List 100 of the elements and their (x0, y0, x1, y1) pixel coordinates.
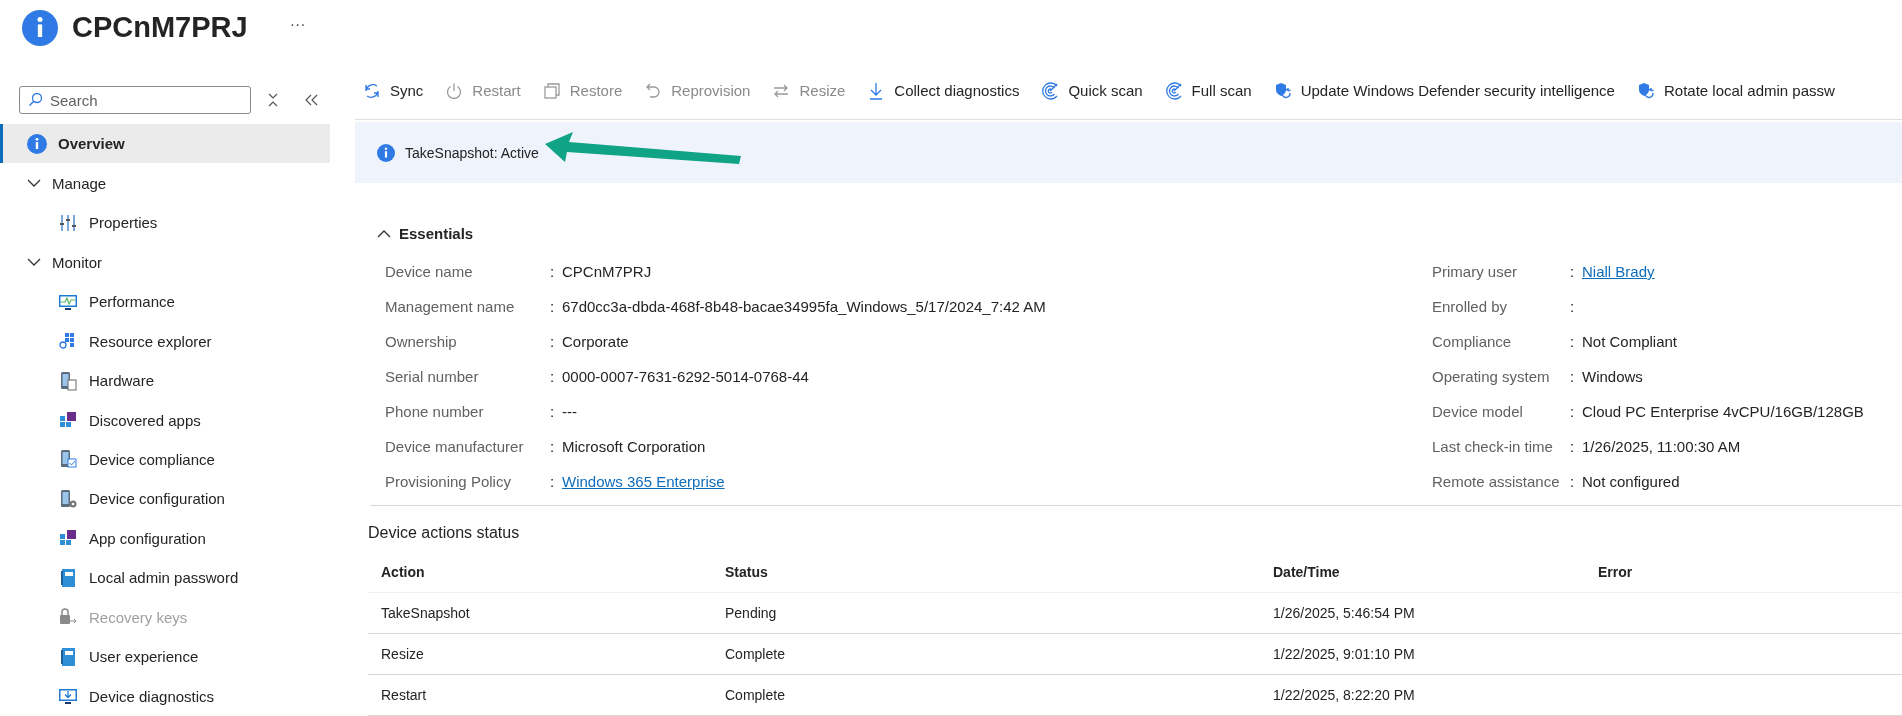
notebook-icon (58, 567, 78, 588)
nav-item[interactable]: Device configuration (0, 479, 330, 519)
colon: : (550, 368, 556, 385)
colon: : (1570, 403, 1576, 420)
field-value: CPCnM7PRJ (562, 263, 653, 280)
field-label: Device model (1432, 403, 1524, 420)
shield-refresh-icon (1273, 81, 1292, 100)
shield-refresh-icon (1636, 81, 1655, 100)
nav-item[interactable]: Properties (0, 202, 330, 243)
colon: : (1570, 473, 1576, 490)
scan-icon (1164, 81, 1183, 100)
column-header: Action (380, 564, 426, 580)
nav-item[interactable]: User experience (0, 637, 330, 677)
field-label: Primary user (1432, 263, 1518, 280)
table-cell-text: Complete (724, 687, 786, 703)
nav-item[interactable]: Resource explorer (0, 321, 330, 361)
toolbar-button[interactable]: Sync (363, 81, 424, 100)
info-icon (377, 143, 395, 162)
field-label: Management name (385, 298, 516, 315)
nav-group[interactable]: Manage (0, 163, 330, 203)
colon: : (1570, 368, 1576, 385)
toolbar-button[interactable]: Collect diagnostics (867, 81, 1020, 100)
nav-item[interactable]: App configuration (0, 518, 330, 559)
column-header: Status (724, 564, 769, 580)
table-cell-text: 1/26/2025, 5:46:54 PM (1272, 605, 1416, 621)
sync-icon (363, 81, 381, 100)
field-label: Ownership (385, 333, 458, 350)
essentials-toggle[interactable]: Essentials (377, 225, 474, 242)
section-title: Device actions status (368, 524, 521, 542)
table-cell-text: 1/22/2025, 9:01:10 PM (1272, 646, 1416, 662)
colon: : (550, 263, 556, 280)
device-list-icon (58, 370, 78, 391)
field-value: Corporate (562, 333, 630, 350)
monitor-download-icon (58, 686, 78, 707)
value-link[interactable]: Windows 365 Enterprise (562, 473, 1432, 490)
app-tiles-icon (58, 410, 78, 430)
field-value: Microsoft Corporation (562, 438, 707, 455)
search-field[interactable]: Search (19, 86, 251, 114)
copy-icon (542, 81, 561, 100)
nav-item[interactable]: Overview (0, 124, 330, 164)
field-value: 1/26/2025, 11:00:30 AM (1582, 438, 1742, 455)
colon: : (550, 403, 556, 420)
nav-item[interactable]: Discovered apps (0, 400, 330, 440)
table-cell-text: TakeSnapshot (380, 605, 471, 621)
colon: : (550, 438, 556, 455)
field-label: Provisioning Policy (385, 473, 512, 490)
table-cell-text: Restart (380, 687, 428, 703)
colon: : (550, 333, 556, 350)
table-cell-text: Pending (724, 605, 778, 621)
info-icon (22, 10, 58, 46)
more-button[interactable]: ··· (289, 16, 306, 34)
field-value: 67d0cc3a-dbda-468f-8b48-bacae34995fa_Windows_5/17/2024_7:42 AM (562, 298, 1047, 315)
colon: : (550, 298, 556, 315)
search-icon (28, 92, 43, 107)
nav-group[interactable]: Monitor (0, 242, 330, 282)
info-icon (27, 133, 47, 154)
undo-icon (644, 81, 663, 100)
toolbar-button[interactable]: Quick scan (1041, 81, 1143, 100)
field-label: Device manufacturer (385, 438, 525, 455)
field-label: Device name (385, 263, 474, 280)
toolbar-button[interactable]: Update Windows Defender security intelligence (1273, 81, 1615, 100)
colon: : (550, 473, 556, 490)
notebook-icon (58, 646, 78, 667)
banner-text: TakeSnapshot: Active (405, 144, 539, 161)
table-cell-text: 1/22/2025, 8:22:20 PM (1272, 687, 1416, 703)
field-value: Not configured (1582, 473, 1681, 490)
power-icon (445, 81, 464, 100)
column-header: Date/Time (1272, 564, 1341, 580)
field-label: Phone number (385, 403, 485, 420)
nav-item[interactable]: Device compliance (0, 439, 330, 480)
toolbar-button[interactable]: Full scan (1164, 81, 1252, 100)
device-check-icon (58, 449, 78, 470)
column-header: Error (1597, 564, 1634, 580)
table-cell-text: Complete (724, 646, 786, 662)
table-cell-text: Resize (380, 646, 425, 662)
sliders-icon (58, 212, 78, 233)
field-label: Last check-in time (1432, 438, 1554, 455)
value-link[interactable]: Niall Brady (1582, 263, 1902, 280)
field-label: Enrolled by (1432, 298, 1509, 315)
field-value: Windows (1582, 368, 1644, 385)
nav-item[interactable]: Local admin password (0, 558, 330, 598)
field-value: Not Compliant (1582, 333, 1679, 350)
field-value: 0000-0007-7631-6292-5014-0768-44 (562, 368, 810, 385)
scan-icon (1041, 81, 1060, 100)
nav-item[interactable]: Performance (0, 281, 330, 322)
field-value: --- (562, 403, 578, 420)
device-gear-icon (58, 488, 78, 509)
colon: : (1570, 333, 1576, 350)
colon: : (1570, 438, 1576, 455)
colon: : (1570, 263, 1576, 280)
colon: : (1570, 298, 1576, 315)
nav-item[interactable]: Hardware (0, 360, 330, 401)
page-title: CPCnM7PRJ (72, 10, 248, 44)
toolbar-button[interactable]: Rotate local admin passw (1636, 81, 1835, 100)
field-label: Operating system (1432, 368, 1551, 385)
nav-item[interactable]: Device diagnostics (0, 676, 330, 716)
field-label: Serial number (385, 368, 480, 385)
field-label: Compliance (1432, 333, 1513, 350)
field-value: Cloud PC Enterprise 4vCPU/16GB/128GB (1582, 403, 1865, 420)
field-label: Remote assistance (1432, 473, 1561, 490)
